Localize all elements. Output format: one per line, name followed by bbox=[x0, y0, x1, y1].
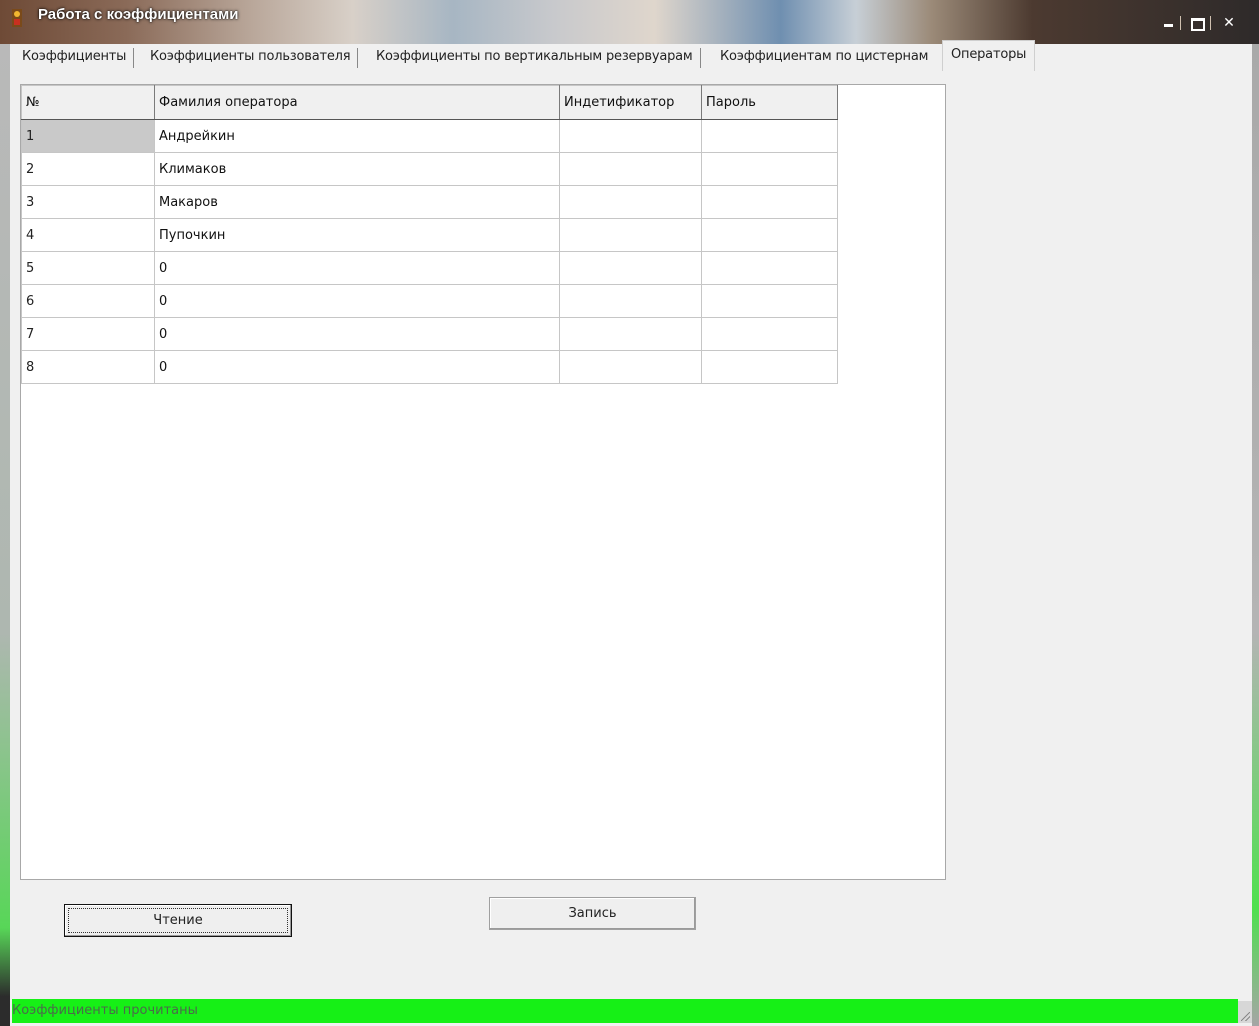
tab-label: Коэффициентам по цистернам bbox=[720, 49, 929, 64]
row-number-cell[interactable]: 7 bbox=[21, 317, 155, 351]
main-window: Работа с коэффициентами ✕ Коэффициенты К… bbox=[0, 0, 1259, 1026]
minimize-icon[interactable] bbox=[1156, 12, 1180, 34]
identifier-cell[interactable] bbox=[559, 152, 702, 186]
password-cell[interactable] bbox=[701, 350, 838, 384]
operator-name-cell[interactable]: Пупочкин bbox=[154, 218, 560, 252]
title-separator bbox=[1180, 16, 1181, 30]
resize-grip-icon[interactable] bbox=[1238, 1001, 1252, 1023]
identifier-cell[interactable] bbox=[559, 251, 702, 285]
maximize-icon[interactable] bbox=[1186, 12, 1210, 34]
identifier-cell[interactable] bbox=[559, 119, 702, 153]
row-number-cell[interactable]: 4 bbox=[21, 218, 155, 252]
table-row[interactable]: 5 0 bbox=[21, 251, 838, 285]
password-cell[interactable] bbox=[701, 317, 838, 351]
window-title: Работа с коэффициентами bbox=[38, 6, 239, 23]
table-row[interactable]: 8 0 bbox=[21, 350, 838, 384]
tab-label: Коэффициенты по вертикальным резервуарам bbox=[376, 49, 693, 64]
password-cell[interactable] bbox=[701, 119, 838, 153]
identifier-cell[interactable] bbox=[559, 185, 702, 219]
column-header-number[interactable]: № bbox=[21, 85, 155, 120]
table-row[interactable]: 7 0 bbox=[21, 317, 838, 351]
row-number-cell[interactable]: 1 bbox=[21, 119, 155, 153]
write-button[interactable]: Запись bbox=[489, 897, 696, 930]
password-cell[interactable] bbox=[701, 218, 838, 252]
table-row[interactable]: 4 Пупочкин bbox=[21, 218, 838, 252]
table-row[interactable]: 2 Климаков bbox=[21, 152, 838, 186]
title-bar[interactable]: Работа с коэффициентами ✕ bbox=[0, 0, 1259, 44]
read-button[interactable]: Чтение bbox=[64, 904, 292, 937]
status-text: Коэффициенты прочитаны bbox=[12, 1003, 198, 1018]
header-row: № Фамилия оператора Индетификатор Пароль bbox=[21, 85, 838, 120]
table-row[interactable]: 1 Андрейкин bbox=[21, 119, 838, 153]
identifier-cell[interactable] bbox=[559, 317, 702, 351]
operator-name-cell[interactable]: 0 bbox=[154, 317, 560, 351]
row-number-cell[interactable]: 3 bbox=[21, 185, 155, 219]
column-header-identifier[interactable]: Индетификатор bbox=[559, 85, 702, 120]
password-cell[interactable] bbox=[701, 185, 838, 219]
password-cell[interactable] bbox=[701, 152, 838, 186]
identifier-cell[interactable] bbox=[559, 284, 702, 318]
operators-table: № Фамилия оператора Индетификатор Пароль… bbox=[21, 85, 838, 384]
row-number-cell[interactable]: 6 bbox=[21, 284, 155, 318]
tab-label: Коэффициенты пользователя bbox=[150, 49, 351, 64]
operator-name-cell[interactable]: Андрейкин bbox=[154, 119, 560, 153]
title-separator bbox=[1210, 16, 1211, 30]
window-frame-left bbox=[0, 44, 10, 1026]
operator-name-cell[interactable]: Макаров bbox=[154, 185, 560, 219]
password-cell[interactable] bbox=[701, 251, 838, 285]
app-icon bbox=[12, 9, 22, 27]
tab-label: Операторы bbox=[951, 47, 1027, 62]
row-number-cell[interactable]: 5 bbox=[21, 251, 155, 285]
table-row[interactable]: 3 Макаров bbox=[21, 185, 838, 219]
operator-name-cell[interactable]: 0 bbox=[154, 284, 560, 318]
tab-vertical-tanks[interactable]: Коэффициенты по вертикальным резервуарам bbox=[368, 44, 701, 70]
operator-name-cell[interactable]: 0 bbox=[154, 350, 560, 384]
tab-tank-cars[interactable]: Коэффициентам по цистернам bbox=[712, 44, 936, 70]
close-icon[interactable]: ✕ bbox=[1214, 12, 1244, 34]
tab-label: Коэффициенты bbox=[22, 49, 127, 64]
operator-name-cell[interactable]: Климаков bbox=[154, 152, 560, 186]
tab-bar: Коэффициенты Коэффициенты пользователя К… bbox=[14, 40, 1254, 72]
row-number-cell[interactable]: 8 bbox=[21, 350, 155, 384]
identifier-cell[interactable] bbox=[559, 350, 702, 384]
tab-coefficients[interactable]: Коэффициенты bbox=[14, 44, 135, 70]
window-frame-right bbox=[1252, 44, 1259, 1026]
row-number-cell[interactable]: 2 bbox=[21, 152, 155, 186]
identifier-cell[interactable] bbox=[559, 218, 702, 252]
column-header-password[interactable]: Пароль bbox=[701, 85, 838, 120]
password-cell[interactable] bbox=[701, 284, 838, 318]
tab-operators[interactable]: Операторы bbox=[942, 40, 1036, 71]
tab-user-coefficients[interactable]: Коэффициенты пользователя bbox=[142, 44, 359, 70]
operators-grid[interactable]: № Фамилия оператора Индетификатор Пароль… bbox=[20, 84, 946, 880]
status-bar: Коэффициенты прочитаны bbox=[12, 999, 1238, 1023]
operator-name-cell[interactable]: 0 bbox=[154, 251, 560, 285]
focus-rectangle bbox=[68, 908, 288, 933]
table-row[interactable]: 6 0 bbox=[21, 284, 838, 318]
column-header-operator-name[interactable]: Фамилия оператора bbox=[154, 85, 560, 120]
write-button-label: Запись bbox=[568, 906, 617, 921]
